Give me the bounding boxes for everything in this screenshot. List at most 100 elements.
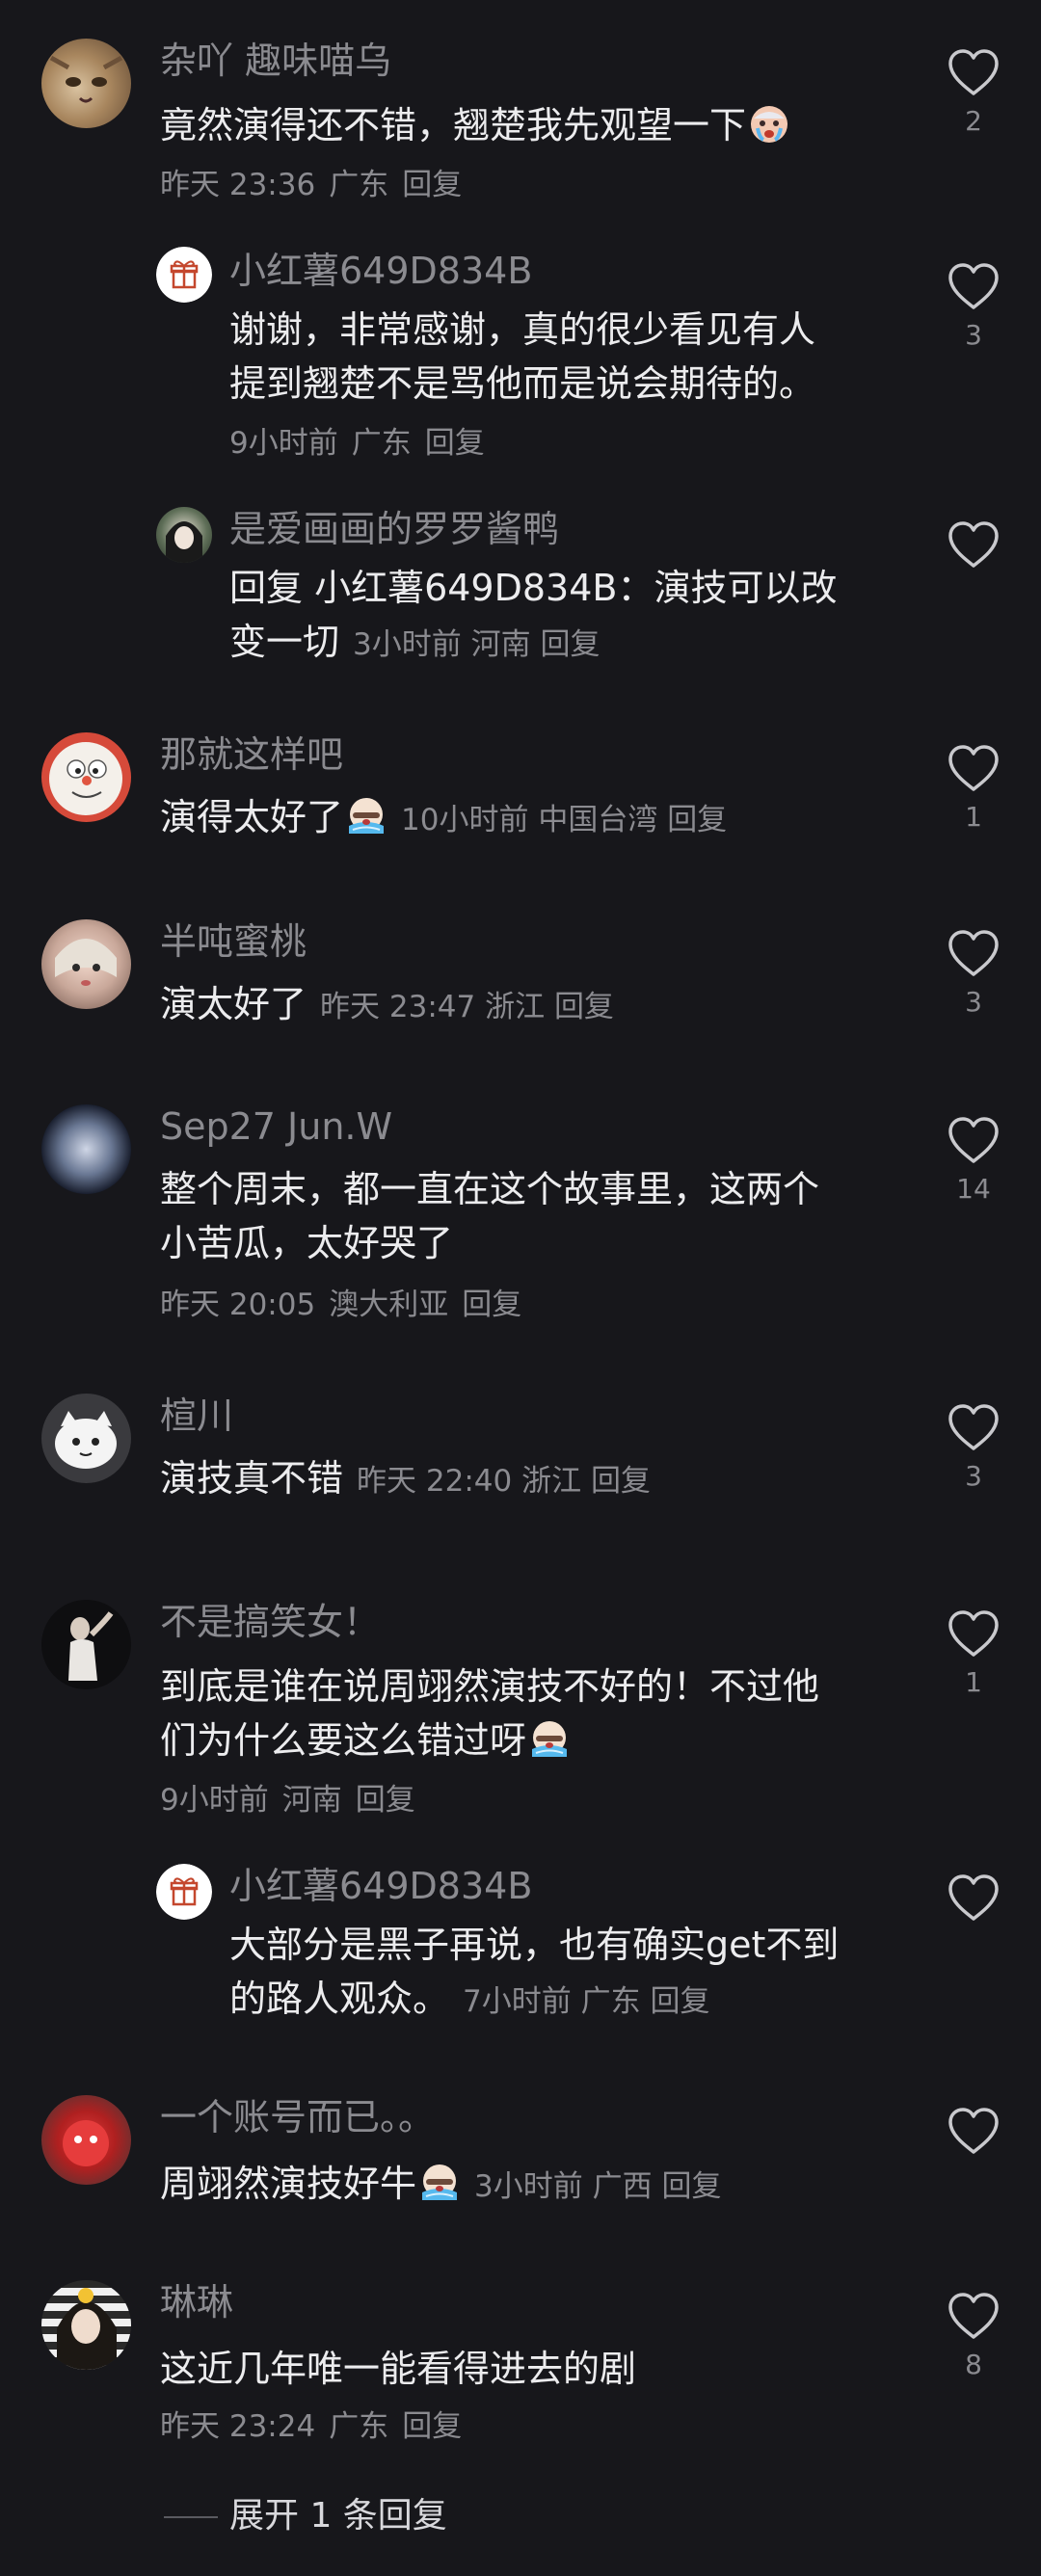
- comment-location: 广东: [580, 1984, 641, 2019]
- comment-text[interactable]: 到底是谁在说周翊然演技不好的！不过他: [160, 1660, 819, 1713]
- comment-time: 3小时前: [353, 627, 462, 662]
- expand-replies-button[interactable]: 展开 1 条回复: [229, 2494, 447, 2538]
- comment-location: 中国台湾: [538, 803, 658, 837]
- like-count: 3: [965, 986, 982, 1018]
- comment-time: 昨天 22:40: [357, 1464, 513, 1499]
- like-button[interactable]: 3: [947, 1403, 1001, 1494]
- reply-button[interactable]: 回复: [540, 627, 600, 662]
- comment-text-line2[interactable]: 的路人观众。 7小时前 广东 回复: [229, 1972, 709, 2029]
- red-avatar[interactable]: [41, 2095, 131, 2185]
- pose-avatar[interactable]: [41, 1600, 131, 1689]
- comment-meta: 9小时前 广东 回复: [229, 424, 485, 463]
- like-button[interactable]: [947, 1873, 1001, 1929]
- heart-icon: [947, 929, 1001, 977]
- heart-icon: [947, 744, 1001, 792]
- reply-button[interactable]: 回复: [356, 1783, 415, 1818]
- comment-time: 3小时前: [474, 2169, 583, 2204]
- like-button[interactable]: 2: [947, 48, 1001, 139]
- comment-username[interactable]: 琳琳: [160, 2280, 233, 2324]
- comment-location: 广东: [351, 426, 412, 461]
- heart-icon: [947, 2107, 1001, 2155]
- heart-icon: [947, 1609, 1001, 1658]
- reply-button[interactable]: 回复: [554, 990, 614, 1024]
- sobbing-emoji-icon: [418, 2162, 461, 2204]
- cartoon-avatar[interactable]: [41, 1394, 131, 1483]
- crying-emoji-icon: [748, 103, 790, 146]
- comment-username[interactable]: 半吨蜜桃: [160, 919, 307, 964]
- reply-button[interactable]: 回复: [402, 2409, 462, 2444]
- doraemon-avatar[interactable]: [41, 732, 131, 822]
- reply-button[interactable]: 回复: [661, 2169, 721, 2204]
- like-button[interactable]: [947, 2107, 1001, 2163]
- comment-username[interactable]: Sep27 Jun.W: [160, 1104, 392, 1149]
- like-count: 1: [965, 801, 982, 833]
- like-button[interactable]: 3: [947, 262, 1001, 353]
- comment-meta: 7小时前 广东 回复: [463, 1984, 709, 2019]
- comment-text[interactable]: 演得太好了 10小时前 中国台湾 回复: [160, 790, 727, 847]
- sobbing-emoji-icon: [528, 1718, 571, 1761]
- comment-body: 周翊然演技好牛: [160, 2163, 417, 2205]
- comment-username[interactable]: 楦川: [160, 1394, 233, 1438]
- like-button[interactable]: 1: [947, 744, 1001, 835]
- heart-icon: [947, 48, 1001, 96]
- comment-meta: 昨天 22:40 浙江 回复: [357, 1464, 651, 1499]
- reply-button[interactable]: 回复: [402, 168, 462, 202]
- comment-text[interactable]: 大部分是黑子再说，也有确实get不到: [229, 1918, 839, 1972]
- woman-avatar[interactable]: [41, 2280, 131, 2370]
- comment-username[interactable]: 是爱画画的罗罗酱鸭: [229, 507, 559, 551]
- comment-text[interactable]: 整个周末，都一直在这个故事里，这两个: [160, 1162, 819, 1216]
- comment-location: 广东: [329, 168, 389, 202]
- comment-time: 昨天 23:47: [320, 990, 476, 1024]
- comment-time: 9小时前: [229, 426, 338, 461]
- doll-avatar[interactable]: [41, 919, 131, 1009]
- reply-button[interactable]: 回复: [462, 1288, 521, 1322]
- comment-location: 浙江: [485, 990, 546, 1024]
- comment-text[interactable]: 谢谢，非常感谢，真的很少看见有人: [229, 303, 815, 357]
- comment-meta: 10小时前 中国台湾 回复: [401, 803, 727, 837]
- comment-text-line2[interactable]: 们为什么要这么错过呀: [160, 1713, 571, 1767]
- comment-meta: 昨天 23:47 浙江 回复: [320, 990, 614, 1024]
- reply-button[interactable]: 回复: [650, 1984, 709, 2019]
- comment-body: 竟然演得还不错，翘楚我先观望一下: [160, 104, 747, 146]
- reply-button[interactable]: 回复: [667, 803, 727, 837]
- like-button[interactable]: 3: [947, 929, 1001, 1020]
- girl-avatar[interactable]: [156, 507, 212, 563]
- gift-avatar-icon[interactable]: [156, 1864, 212, 1920]
- comment-meta: 昨天 23:36 广东 回复: [160, 166, 462, 204]
- like-button[interactable]: 1: [947, 1609, 1001, 1700]
- like-button[interactable]: [947, 520, 1001, 576]
- comment-text[interactable]: 演太好了 昨天 23:47 浙江 回复: [160, 977, 614, 1034]
- reply-button[interactable]: 回复: [425, 426, 485, 461]
- comment-text-line2[interactable]: 提到翘楚不是骂他而是说会期待的。: [229, 357, 815, 411]
- expand-divider: [164, 2516, 218, 2518]
- comment-username[interactable]: 小红薯649D834B: [229, 1864, 532, 1908]
- comment-text-line2[interactable]: 小苦瓜，太好哭了: [160, 1216, 453, 1270]
- comment-body: 的路人观众。: [229, 1978, 450, 2020]
- comment-username[interactable]: 不是搞笑女！: [160, 1600, 380, 1644]
- comment-text[interactable]: 周翊然演技好牛 3小时前 广西 回复: [160, 2157, 721, 2214]
- comment-location: 河南: [281, 1783, 342, 1818]
- like-button[interactable]: 8: [947, 2292, 1001, 2382]
- gift-avatar-icon[interactable]: [156, 247, 212, 303]
- like-button[interactable]: 14: [947, 1116, 1001, 1207]
- comment-username[interactable]: 小红薯649D834B: [229, 249, 532, 293]
- comment-text[interactable]: 回复 小红薯649D834B：演技可以改: [229, 561, 837, 615]
- heart-icon: [947, 262, 1001, 310]
- cat-avatar[interactable]: [41, 39, 131, 128]
- comment-time: 昨天 23:36: [160, 168, 316, 202]
- comment-username[interactable]: 那就这样吧: [160, 732, 343, 777]
- comment-meta: 昨天 23:24 广东 回复: [160, 2407, 462, 2446]
- heart-icon: [947, 1403, 1001, 1451]
- comment-username[interactable]: 一个账号而已。。: [160, 2095, 435, 2139]
- comment-meta: 3小时前 广西 回复: [474, 2169, 721, 2204]
- comment-location: 河南: [470, 627, 531, 662]
- comment-text[interactable]: 这近几年唯一能看得进去的剧: [160, 2342, 636, 2396]
- reply-button[interactable]: 回复: [591, 1464, 651, 1499]
- comment-text[interactable]: 竟然演得还不错，翘楚我先观望一下: [160, 98, 790, 152]
- comment-text-line2[interactable]: 变一切 3小时前 河南 回复: [229, 615, 600, 672]
- comment-body: 演得太好了: [160, 796, 344, 838]
- comment-username[interactable]: 杂吖 趣味喵乌: [160, 39, 391, 83]
- comment-text[interactable]: 演技真不错 昨天 22:40 浙江 回复: [160, 1451, 651, 1508]
- moon-avatar[interactable]: [41, 1104, 131, 1194]
- like-count: 1: [965, 1666, 982, 1698]
